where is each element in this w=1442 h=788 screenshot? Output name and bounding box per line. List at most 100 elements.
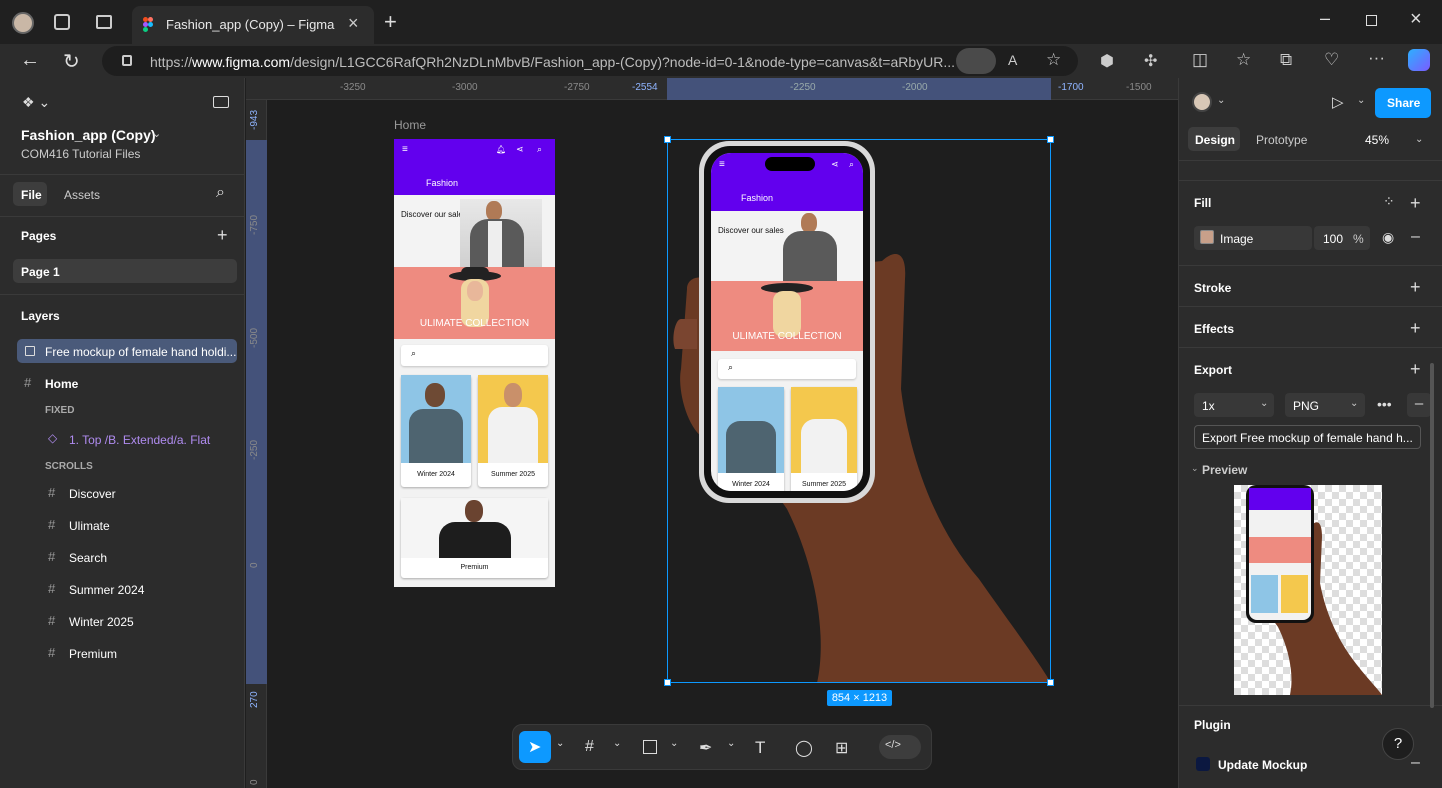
selection-handle[interactable] xyxy=(664,136,671,143)
browser-tab[interactable]: Fashion_app (Copy) – Figma × xyxy=(132,6,374,44)
maximize-icon[interactable] xyxy=(1366,15,1377,26)
remove-export-icon[interactable]: – xyxy=(1407,393,1431,417)
rectangle-tool-icon[interactable] xyxy=(643,740,657,754)
tab-assets[interactable]: Assets xyxy=(64,188,100,202)
panel-scrollbar[interactable] xyxy=(1430,363,1434,708)
layer-scroll-item[interactable]: Winter 2025 xyxy=(69,615,134,629)
card-premium: Premium xyxy=(401,498,548,578)
preview-chevron-icon[interactable]: ⌄ xyxy=(1191,463,1199,474)
frame-icon: # xyxy=(24,375,32,390)
add-fill-icon[interactable]: + xyxy=(1410,194,1421,212)
tab-prototype[interactable]: Prototype xyxy=(1256,133,1307,147)
profile-avatar[interactable] xyxy=(12,12,34,34)
export-format-chevron-icon: ⌄ xyxy=(1350,398,1359,409)
ruler-tick: -2554 xyxy=(632,82,658,93)
read-aloud-icon[interactable]: A xyxy=(1008,52,1017,68)
layer-home[interactable]: Home xyxy=(45,377,78,391)
effects-heading: Effects xyxy=(1194,322,1235,336)
selection-handle[interactable] xyxy=(1047,679,1054,686)
actions-tool-icon[interactable]: ⊞ xyxy=(835,738,848,758)
add-export-icon[interactable]: + xyxy=(1410,360,1421,378)
browser-essentials-icon[interactable]: ♡ xyxy=(1324,50,1339,70)
ruler-selection-highlight xyxy=(667,78,1051,100)
share-button[interactable]: Share xyxy=(1375,88,1431,118)
lock-icon[interactable] xyxy=(122,55,132,66)
extension-icon[interactable]: ⬢ xyxy=(1100,51,1114,71)
card-premium-label: Premium xyxy=(460,564,489,571)
ruler-tick: -3250 xyxy=(340,82,366,93)
tracking-prevention-icon[interactable] xyxy=(956,48,996,74)
dev-mode-toggle[interactable]: </> xyxy=(879,735,921,759)
add-page-icon[interactable]: + xyxy=(217,226,228,244)
layer-fixed-item[interactable]: 1. Top /B. Extended/a. Flat xyxy=(69,433,210,447)
zoom-level[interactable]: 45% xyxy=(1365,133,1389,147)
move-tool[interactable]: ➤ xyxy=(519,731,551,763)
close-tab-icon[interactable]: × xyxy=(348,13,359,34)
visibility-eye-icon[interactable]: ◉ xyxy=(1382,229,1394,246)
frame-label[interactable]: Home xyxy=(394,118,426,132)
comment-tool-icon[interactable]: ◯ xyxy=(795,738,813,758)
toggle-sidebar-icon[interactable] xyxy=(213,96,229,108)
avatar-chevron-icon[interactable]: ⌄ xyxy=(1217,95,1225,106)
back-icon[interactable]: ← xyxy=(20,49,40,72)
figma-menu-icon[interactable]: ❖ ⌄ xyxy=(22,94,50,111)
pen-tool-chevron-icon[interactable]: ⌄ xyxy=(727,738,735,749)
collections-icon[interactable]: ⧉ xyxy=(1280,50,1292,70)
favorites-icon[interactable]: ☆ xyxy=(1236,50,1251,70)
home-frame[interactable]: ≡ 🔔︎ ⋖ ⌕ Fashion Discover our sales ULIM… xyxy=(394,139,555,587)
layer-scroll-item[interactable]: Discover xyxy=(69,487,116,501)
figma-favicon-icon xyxy=(143,17,153,32)
close-window-icon[interactable]: × xyxy=(1410,8,1422,31)
frame-tool-chevron-icon[interactable]: ⌄ xyxy=(613,738,621,749)
add-effect-icon[interactable]: + xyxy=(1410,319,1421,337)
new-tab-icon[interactable]: + xyxy=(384,9,397,35)
frame-tool-icon[interactable]: # xyxy=(585,738,594,756)
ruler-tick: -1700 xyxy=(1058,82,1084,93)
image-icon xyxy=(25,346,35,356)
fill-opacity-unit: % xyxy=(1353,232,1364,246)
more-menu-icon[interactable]: ··· xyxy=(1368,48,1385,68)
search-icon: ⌕ xyxy=(411,348,417,358)
extensions-puzzle-icon[interactable]: ✣ xyxy=(1144,51,1157,71)
file-name[interactable]: Fashion_app (Copy) xyxy=(21,127,156,143)
export-scale-chevron-icon: ⌄ xyxy=(1260,398,1269,409)
pen-tool-icon[interactable]: ✒ xyxy=(699,738,712,758)
help-button[interactable]: ? xyxy=(1382,728,1414,760)
remove-plugin-icon[interactable]: – xyxy=(1411,754,1420,772)
ruler-tick: -750 xyxy=(249,214,260,235)
remove-fill-icon[interactable]: – xyxy=(1411,228,1420,246)
export-settings-more-icon[interactable]: ••• xyxy=(1377,396,1392,412)
zoom-chevron-icon[interactable]: ⌄ xyxy=(1415,134,1423,145)
search-icon[interactable]: ⌕ xyxy=(216,184,225,202)
url-field[interactable]: https://www.figma.com/design/L1GCC6RafQR… xyxy=(102,46,1078,76)
split-screen-icon[interactable]: ◫ xyxy=(1192,50,1208,70)
workspaces-icon[interactable] xyxy=(54,14,70,30)
style-grid-icon[interactable]: ⁘ xyxy=(1383,193,1395,210)
add-stroke-icon[interactable]: + xyxy=(1410,278,1421,296)
layer-scroll-item[interactable]: Summer 2024 xyxy=(69,583,144,597)
layer-scroll-item[interactable]: Premium xyxy=(69,647,117,661)
image-fill-swatch[interactable] xyxy=(1200,230,1214,244)
selection-box[interactable] xyxy=(667,139,1051,683)
selection-handle[interactable] xyxy=(1047,136,1054,143)
selection-handle[interactable] xyxy=(664,679,671,686)
favorite-star-icon[interactable]: ☆ xyxy=(1046,50,1061,70)
file-name-chevron-icon[interactable]: ⌄ xyxy=(152,127,161,140)
canvas[interactable]: -3250 -3000 -2750 -2554 -2250 -2000 -170… xyxy=(246,78,1178,788)
tab-file-label: File xyxy=(21,188,42,202)
move-tool-chevron-icon[interactable]: ⌄ xyxy=(556,738,564,749)
text-tool-icon[interactable]: T xyxy=(755,738,765,758)
plugin-update-mockup[interactable]: Update Mockup xyxy=(1218,758,1307,772)
copilot-icon[interactable] xyxy=(1408,49,1430,71)
tab-actions-icon[interactable] xyxy=(96,15,112,29)
rectangle-tool-chevron-icon[interactable]: ⌄ xyxy=(670,738,678,749)
layer-scroll-item[interactable]: Search xyxy=(69,551,107,565)
preview-heading[interactable]: Preview xyxy=(1202,463,1247,477)
reload-icon[interactable]: ↻ xyxy=(63,49,80,74)
present-chevron-icon[interactable]: ⌄ xyxy=(1357,95,1365,106)
minimize-icon[interactable]: – xyxy=(1320,8,1330,29)
browser-titlebar: Fashion_app (Copy) – Figma × + – × xyxy=(0,0,1442,44)
layer-scroll-item[interactable]: Ulimate xyxy=(69,519,110,533)
user-avatar[interactable] xyxy=(1192,92,1212,112)
present-icon[interactable]: ▷ xyxy=(1332,93,1344,111)
